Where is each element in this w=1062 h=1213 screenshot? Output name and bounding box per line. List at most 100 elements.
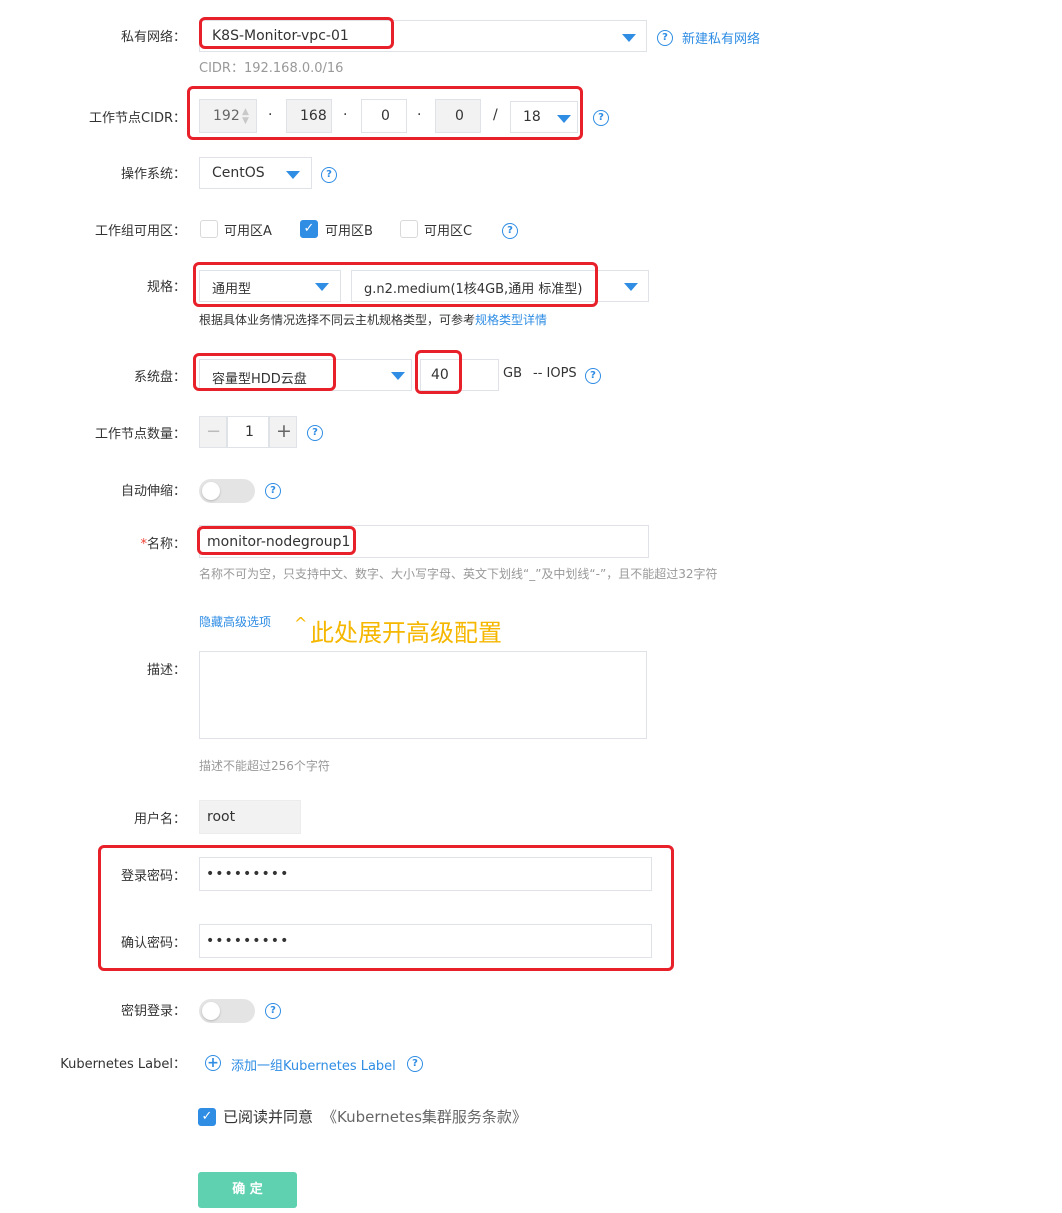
disk-size-value: 40 <box>431 367 449 383</box>
submit-button[interactable]: 确 定 <box>198 1172 297 1208</box>
node-cidr-label: 工作节点CIDR： <box>89 111 186 126</box>
cidr-octet-1[interactable]: 192 ▲ ▼ <box>199 99 257 133</box>
password-input[interactable]: ••••••••• <box>199 857 652 891</box>
username-value: root <box>207 809 236 825</box>
name-label: *名称： <box>140 533 186 552</box>
vpc-select[interactable]: K8S-Monitor-vpc-01 <box>199 20 647 52</box>
name-label-text: 名称： <box>146 537 186 552</box>
chevron-up-icon[interactable]: ^ <box>294 614 307 633</box>
help-icon[interactable]: ? <box>265 1003 281 1019</box>
disk-iops: -- IOPS <box>533 366 577 381</box>
key-login-label: 密钥登录： <box>120 1004 186 1019</box>
chevron-down-icon <box>557 115 571 123</box>
help-icon[interactable]: ? <box>321 167 337 183</box>
agreement-text: 已阅读并同意 <box>223 1108 314 1126</box>
agreement-link[interactable]: 《Kubernetes集群服务条款》 <box>322 1106 527 1127</box>
node-count-increment-button[interactable]: + <box>269 416 297 448</box>
zone-b-label[interactable]: 可用区B <box>325 220 373 239</box>
cidr-octet-2-value: 168 <box>300 108 327 124</box>
cidr-octet-3-value: 0 <box>381 108 390 124</box>
cidr-dot: · <box>417 107 422 123</box>
description-label: 描述： <box>146 663 186 678</box>
confirm-password-label: 确认密码： <box>120 936 186 951</box>
key-login-toggle[interactable] <box>199 999 255 1023</box>
disk-unit: GB <box>503 366 522 381</box>
zone-b-checkbox[interactable]: ✓ <box>300 220 318 238</box>
cidr-dot: · <box>343 107 348 123</box>
autoscale-toggle[interactable] <box>199 479 255 503</box>
help-icon[interactable]: ? <box>657 30 673 46</box>
node-count-value: 1 <box>245 424 254 440</box>
submit-button-label: 确 定 <box>232 1182 263 1197</box>
help-icon[interactable]: ? <box>593 110 609 126</box>
name-input[interactable]: monitor-nodegroup1 <box>199 525 649 558</box>
spec-hint-text: 根据具体业务情况选择不同云主机规格类型，可参考 <box>199 313 476 327</box>
spec-family-select[interactable]: 通用型 <box>199 270 341 302</box>
cidr-mask-select[interactable]: 18 <box>510 101 578 133</box>
name-hint: 名称不可为空，只支持中文、数字、大小写字母、英文下划线“_”及中划线“-”，且不… <box>199 567 718 581</box>
toggle-knob <box>202 482 220 500</box>
add-k8s-label-link[interactable]: 添加一组Kubernetes Label <box>231 1055 396 1074</box>
k8s-label-label: Kubernetes Label： <box>60 1057 186 1072</box>
spec-hint: 根据具体业务情况选择不同云主机规格类型，可参考规格类型详情 <box>199 311 547 328</box>
chevron-down-icon <box>391 372 405 380</box>
spinner-icon: ▲ ▼ <box>242 107 249 126</box>
chevron-down-icon <box>286 171 300 179</box>
password-value: ••••••••• <box>206 866 290 882</box>
chevron-down-icon <box>622 34 636 42</box>
help-icon[interactable]: ? <box>585 368 601 384</box>
zone-c-checkbox[interactable] <box>400 220 418 238</box>
node-count-input[interactable]: 1 <box>227 416 269 448</box>
zone-a-label[interactable]: 可用区A <box>224 220 272 239</box>
spec-detail-link[interactable]: 规格类型详情 <box>475 313 547 327</box>
cidr-octet-3[interactable]: 0 <box>361 99 407 133</box>
disk-type-value: 容量型HDD云盘 <box>212 372 307 387</box>
zones-label: 工作组可用区： <box>94 224 186 239</box>
vpc-select-value: K8S-Monitor-vpc-01 <box>212 28 349 44</box>
password-label: 登录密码： <box>120 869 186 884</box>
cidr-octet-2[interactable]: 168 <box>286 99 332 133</box>
os-select-value: CentOS <box>212 165 265 181</box>
cidr-dot: · <box>268 107 273 123</box>
disk-type-select[interactable]: 容量型HDD云盘 <box>199 359 412 391</box>
node-count-label: 工作节点数量： <box>94 427 186 442</box>
annotation-text: 此处展开高级配置 <box>310 619 502 647</box>
username-label: 用户名： <box>133 812 186 827</box>
name-input-value: monitor-nodegroup1 <box>207 534 351 550</box>
spec-family-value: 通用型 <box>212 282 252 297</box>
username-field: root <box>199 800 301 834</box>
confirm-password-value: ••••••••• <box>206 933 290 949</box>
zone-c-label[interactable]: 可用区C <box>424 220 472 239</box>
chevron-down-icon <box>624 283 638 291</box>
node-count-decrement-button[interactable]: − <box>199 416 227 448</box>
zone-a-checkbox[interactable] <box>200 220 218 238</box>
add-circle-icon[interactable]: + <box>205 1055 221 1071</box>
cidr-slash: / <box>493 107 498 123</box>
os-label: 操作系统： <box>120 167 186 182</box>
help-icon[interactable]: ? <box>502 223 518 239</box>
autoscale-label: 自动伸缩： <box>120 484 186 499</box>
description-textarea[interactable] <box>199 651 647 739</box>
help-icon[interactable]: ? <box>307 425 323 441</box>
help-icon[interactable]: ? <box>265 483 281 499</box>
cidr-octet-1-value: 192 <box>213 108 240 124</box>
vpc-label: 私有网络： <box>120 30 186 45</box>
spec-type-select[interactable]: g.n2.medium(1核4GB,通用 标准型) <box>351 270 649 302</box>
new-vpc-link[interactable]: 新建私有网络 <box>682 28 760 47</box>
disk-size-input[interactable]: 40 <box>420 359 499 391</box>
cidr-octet-4[interactable]: 0 <box>435 99 481 133</box>
os-select[interactable]: CentOS <box>199 157 312 189</box>
spec-type-value: g.n2.medium(1核4GB,通用 标准型) <box>364 282 583 297</box>
cidr-mask-value: 18 <box>523 109 541 125</box>
minus-icon: − <box>206 421 222 442</box>
hide-advanced-link[interactable]: 隐藏高级选项 <box>199 613 271 630</box>
disk-label: 系统盘： <box>133 370 186 385</box>
description-hint: 描述不能超过256个字符 <box>199 759 330 773</box>
confirm-password-input[interactable]: ••••••••• <box>199 924 652 958</box>
chevron-down-icon <box>315 283 329 291</box>
spec-label: 规格： <box>146 280 186 295</box>
agreement-checkbox[interactable]: ✓ <box>198 1108 216 1126</box>
plus-icon: + <box>276 420 292 442</box>
help-icon[interactable]: ? <box>407 1056 423 1072</box>
cidr-octet-4-value: 0 <box>455 108 464 124</box>
